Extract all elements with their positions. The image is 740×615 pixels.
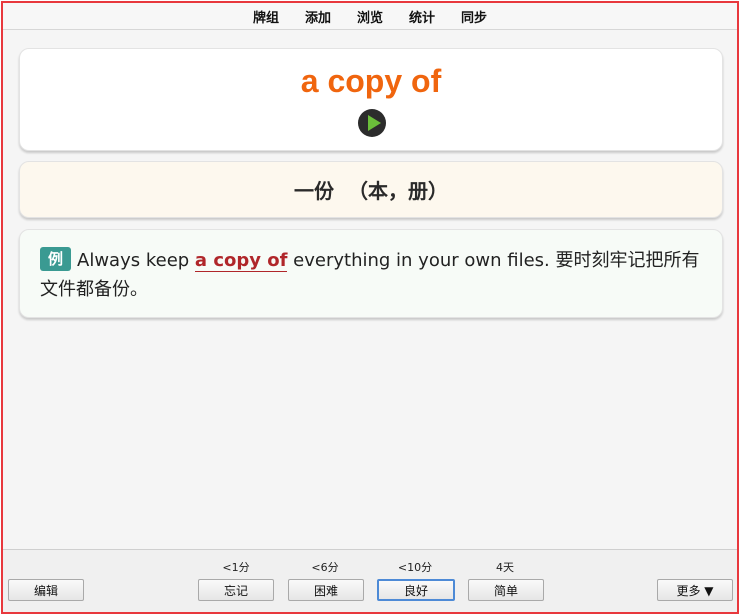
meaning-card: 一份 （本，册）: [19, 161, 723, 218]
word-card: a copy of: [19, 48, 723, 151]
menu-item-browse[interactable]: 浏览: [357, 7, 383, 26]
edit-button[interactable]: 编辑: [8, 579, 84, 601]
example-badge: 例: [40, 247, 72, 271]
play-icon[interactable]: [358, 109, 386, 137]
menu-item-stats[interactable]: 统计: [409, 7, 435, 26]
example-text-before: Always keep: [77, 250, 195, 271]
good-button[interactable]: 良好: [377, 579, 455, 601]
bottom-bar: 编辑 <1分 <6分 <10分 4天 忘记 困难 良好 简单 更多 ▼: [3, 549, 737, 612]
interval-good: <10分: [397, 561, 433, 574]
interval-hard: <6分: [311, 561, 339, 574]
easy-button[interactable]: 简单: [468, 579, 544, 601]
interval-again: <1分: [222, 561, 250, 574]
hard-button[interactable]: 困难: [288, 579, 364, 601]
top-menu: 牌组 添加 浏览 统计 同步: [3, 3, 737, 30]
app-window: 牌组 添加 浏览 统计 同步 a copy of 一份 （本，册） 例 Alway…: [1, 1, 739, 614]
word-text: a copy of: [300, 63, 442, 99]
interval-easy: 4天: [496, 561, 514, 574]
example-card: 例 Always keep a copy of everything in you…: [19, 229, 723, 318]
menu-item-add[interactable]: 添加: [305, 7, 331, 26]
meaning-text: 一份 （本，册）: [294, 179, 448, 203]
more-button[interactable]: 更多 ▼: [657, 579, 733, 601]
menu-item-sync[interactable]: 同步: [461, 7, 487, 26]
again-button[interactable]: 忘记: [198, 579, 274, 601]
example-highlight: a copy of: [194, 250, 288, 272]
menu-item-decks[interactable]: 牌组: [253, 7, 279, 26]
